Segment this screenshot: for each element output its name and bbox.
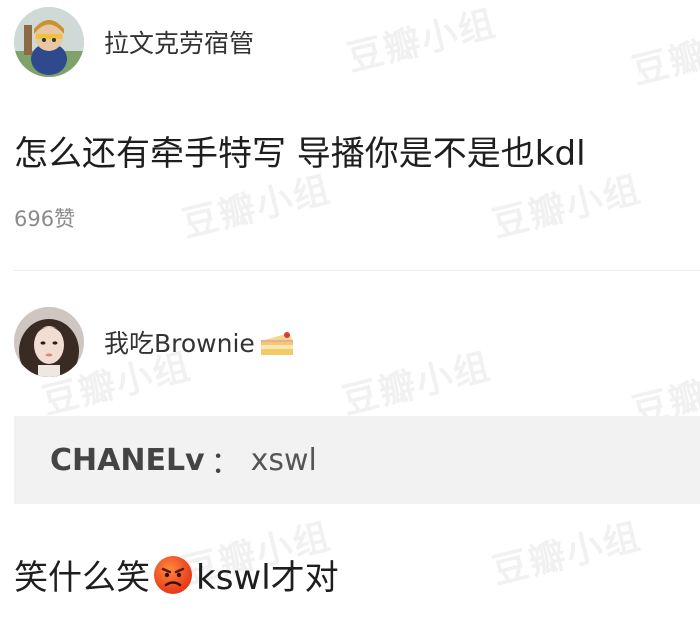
watermark: 豆瓣小组 (343, 3, 501, 80)
username-text: 我吃Brownie (104, 329, 255, 358)
user-avatar[interactable] (14, 307, 84, 377)
cake-icon (260, 332, 293, 355)
watermark: 豆瓣小组 (628, 16, 700, 93)
comment-text: 笑什么笑 kswl才对 (14, 550, 339, 599)
quoted-reply[interactable]: CHANELv ： xswl (14, 416, 700, 504)
watermark: 豆瓣小组 (488, 516, 646, 593)
quote-separator: ： (210, 446, 241, 481)
angry-face-icon (154, 555, 192, 594)
comment-text-part: kswl才对 (196, 558, 339, 598)
username[interactable]: 我吃Brownie (104, 324, 295, 360)
quote-text: xswl (250, 442, 317, 478)
avatar-image (14, 307, 84, 377)
like-count[interactable]: 696赞 (14, 203, 75, 233)
divider (14, 270, 700, 271)
avatar-image (14, 7, 84, 77)
quote-author: CHANELv (50, 442, 205, 478)
comment-text-part: 笑什么笑 (14, 558, 150, 598)
user-avatar[interactable] (14, 7, 84, 77)
comment-text: 怎么还有牵手特写 导播你是不是也kdl (14, 134, 586, 174)
watermark: 豆瓣小组 (338, 346, 496, 423)
username[interactable]: 拉文克劳宿管 (104, 24, 254, 60)
